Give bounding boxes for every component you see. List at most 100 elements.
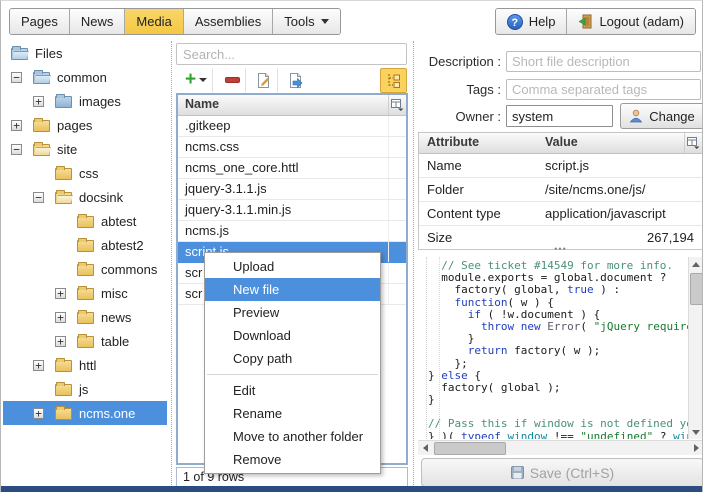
tab-news[interactable]: News [70, 9, 126, 34]
tree-item-site[interactable]: −site [3, 137, 167, 161]
tree-item-images[interactable]: + images [3, 89, 167, 113]
attribute-table-header: Attribute Value [419, 133, 702, 154]
scroll-up-button[interactable] [689, 257, 703, 271]
tree-item-common[interactable]: −common [3, 65, 167, 89]
remove-file-button[interactable] [219, 68, 246, 93]
file-row-ncms-css[interactable]: ncms.css [178, 137, 406, 158]
menu-item-download[interactable]: Download [205, 324, 380, 347]
folder-icon [77, 240, 94, 252]
arrow-down-icon [692, 430, 700, 435]
tab-media[interactable]: Media [125, 9, 183, 34]
tree-item-label: images [79, 94, 121, 109]
tab-label: Pages [21, 14, 58, 29]
code-token: ( !w.document ) { [481, 308, 600, 321]
column-picker-button[interactable] [388, 95, 406, 115]
attr-column-picker-button[interactable] [684, 133, 702, 153]
media-manager-window: Pages NewsMediaAssembliesTools ? Help Log… [0, 0, 703, 492]
collapse-icon[interactable]: − [33, 192, 44, 203]
menu-item-move-to-another-folder[interactable]: Move to another folder [205, 425, 380, 448]
tree-item-news[interactable]: +news [3, 305, 167, 329]
menu-item-preview[interactable]: Preview [205, 301, 380, 324]
edit-file-button[interactable] [250, 68, 278, 93]
help-button[interactable]: ? Help [496, 9, 568, 34]
owner-field[interactable] [506, 105, 613, 127]
tab-assemblies[interactable]: Assemblies [184, 9, 273, 34]
code-token: module.exports = global.document ? [428, 271, 666, 284]
tree-item-css[interactable]: css [3, 161, 167, 185]
scroll-down-button[interactable] [689, 425, 703, 439]
expand-icon[interactable]: + [33, 96, 44, 107]
expand-icon[interactable]: + [55, 336, 66, 347]
file-row-jquery-3-1-1-js[interactable]: jquery-3.1.1.js [178, 179, 406, 200]
code-token: // See ticket #14549 for more info. [441, 259, 673, 272]
menu-item-copy-path[interactable]: Copy path [205, 347, 380, 370]
tree-item-table[interactable]: +table [3, 329, 167, 353]
attribute-name: Name [419, 154, 537, 177]
editor-splitter[interactable]: ••• [418, 244, 703, 256]
menu-item-new-file[interactable]: New file [205, 278, 380, 301]
scroll-right-button[interactable] [689, 441, 703, 455]
code-editor[interactable]: // See ticket #14549 for more info. modu… [418, 257, 703, 439]
tree-item-misc[interactable]: +misc [3, 281, 167, 305]
tree-item-files[interactable]: Files [3, 41, 167, 65]
name-column-header[interactable]: Name [178, 95, 388, 115]
tree-mode-toggle-button[interactable] [380, 68, 407, 93]
tree-item-commons[interactable]: commons [3, 257, 167, 281]
tree-item-httl[interactable]: +httl [3, 353, 167, 377]
tree-splitter[interactable] [167, 41, 176, 487]
expand-icon[interactable]: + [33, 360, 44, 371]
list-splitter[interactable] [409, 41, 418, 487]
remove-file-icon [225, 77, 240, 83]
scroll-left-button[interactable] [418, 441, 432, 455]
expand-icon[interactable]: + [11, 120, 22, 131]
file-row-jquery-3-1-1-min-js[interactable]: jquery-3.1.1.min.js [178, 200, 406, 221]
tree-item-ncms-one[interactable]: +ncms.one [3, 401, 167, 425]
value-column-header[interactable]: Value [537, 133, 684, 153]
code-token: Error [547, 320, 580, 333]
expand-icon[interactable]: + [55, 288, 66, 299]
file-row-gitkeep[interactable]: .gitkeep [178, 116, 406, 137]
logout-button[interactable]: Logout (adam) [567, 9, 695, 34]
tags-field[interactable] [506, 79, 701, 100]
horizontal-scrollbar[interactable] [418, 440, 703, 455]
file-row-ncms-one-core-httl[interactable]: ncms_one_core.httl [178, 158, 406, 179]
menu-item-remove[interactable]: Remove [205, 448, 380, 471]
tree-item-docsink[interactable]: −docsink [3, 185, 167, 209]
search-input[interactable] [176, 43, 407, 65]
folder-icon [55, 408, 72, 420]
collapse-icon[interactable]: − [11, 72, 22, 83]
move-file-button[interactable] [282, 68, 310, 93]
folder-icon [77, 264, 94, 276]
tree-item-js[interactable]: js [3, 377, 167, 401]
vertical-scroll-thumb[interactable] [690, 273, 703, 305]
menu-item-rename[interactable]: Rename [205, 402, 380, 425]
attribute-table: Attribute Value Namescript.jsFolder/site… [418, 132, 703, 250]
code-token: else [441, 369, 468, 382]
tree-item-pages[interactable]: +pages [3, 113, 167, 137]
menu-item-upload[interactable]: Upload [205, 255, 380, 278]
code-token: "jQuery requires [594, 320, 700, 333]
expand-icon[interactable]: + [55, 312, 66, 323]
description-field[interactable] [506, 51, 701, 72]
code-line: factory( global ); [428, 382, 687, 394]
menu-item-edit[interactable]: Edit [205, 379, 380, 402]
change-owner-button[interactable]: Change [620, 103, 703, 129]
save-button[interactable]: Save (Ctrl+S) [421, 458, 703, 487]
tab-tools[interactable]: Tools [273, 9, 339, 34]
collapse-icon[interactable]: − [11, 144, 22, 155]
tree-item-label: abtest [101, 214, 136, 229]
tab-pages[interactable]: Pages [10, 9, 70, 34]
vertical-scrollbar[interactable] [688, 257, 703, 439]
tree-mode-toggle-icon [386, 73, 401, 88]
attribute-column-header[interactable]: Attribute [419, 133, 537, 153]
file-context-menu: UploadNew filePreviewDownloadCopy path Ed… [204, 252, 381, 474]
change-owner-label: Change [649, 109, 695, 124]
expand-icon[interactable]: + [33, 408, 44, 419]
add-file-button[interactable]: + [179, 68, 213, 93]
file-name: .gitkeep [178, 116, 388, 136]
code-line: } )( typeof window !== "undefined" ? win… [428, 431, 687, 439]
tree-item-abtest[interactable]: abtest [3, 209, 167, 233]
tree-item-abtest2[interactable]: abtest2 [3, 233, 167, 257]
file-row-ncms-js[interactable]: ncms.js [178, 221, 406, 242]
horizontal-scroll-thumb[interactable] [434, 442, 506, 455]
